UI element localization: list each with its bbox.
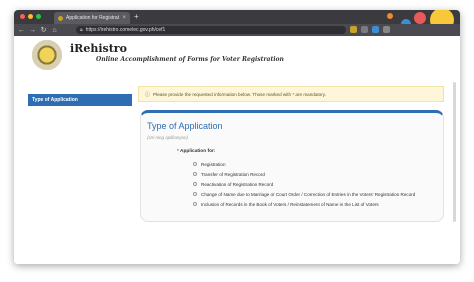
option-registration[interactable]: Registration xyxy=(193,161,415,167)
extension-icon[interactable] xyxy=(372,26,379,33)
option-label: Inclusion of Records in the Book of Vote… xyxy=(201,201,379,207)
toolbar-extensions xyxy=(350,26,390,33)
tab-title: Application for Registratio... xyxy=(66,15,120,21)
application-options: Registration Transfer of Registration Re… xyxy=(193,161,415,207)
option-transfer[interactable]: Transfer of Registration Record xyxy=(193,171,415,177)
site-brand: iRehistro xyxy=(70,42,127,55)
forward-icon[interactable]: → xyxy=(29,27,36,34)
radio-button[interactable] xyxy=(193,182,197,186)
type-of-application-panel: Type of Application (Uri ning aplikasyon… xyxy=(140,110,444,222)
radio-button[interactable] xyxy=(193,202,197,206)
tab-bar: Application for Registratio... × + xyxy=(14,10,460,36)
browser-toolbar: ← → ↻ ⌂ 🔒︎ https://irehistro.comelec.gov… xyxy=(14,24,460,36)
minimize-window-button[interactable] xyxy=(28,14,33,19)
sidebar-item-type-of-application[interactable]: Type of Application xyxy=(28,94,132,106)
close-tab-icon[interactable]: × xyxy=(122,15,126,21)
browser-window: Application for Registratio... × + ← → ↻… xyxy=(14,10,460,264)
home-icon[interactable]: ⌂ xyxy=(51,27,58,34)
radio-button[interactable] xyxy=(193,192,197,196)
new-tab-button[interactable]: + xyxy=(134,12,139,22)
field-label-text: Application for: xyxy=(180,149,216,154)
radio-button[interactable] xyxy=(193,172,197,176)
option-label: Change of Name due to Marriage or Court … xyxy=(201,191,416,197)
required-mark: * xyxy=(177,149,179,154)
close-window-button[interactable] xyxy=(20,14,25,19)
option-reactivation[interactable]: Reactivation of Registration Record xyxy=(193,181,415,187)
panel-subtitle: (Uri ning aplikasyon) xyxy=(147,135,189,140)
extension-icon[interactable] xyxy=(350,26,357,33)
site-tagline: Online Accomplishment of Forms for Voter… xyxy=(96,56,284,63)
extension-icon[interactable] xyxy=(361,26,368,33)
option-label: Registration xyxy=(201,161,226,167)
reload-icon[interactable]: ↻ xyxy=(40,27,47,34)
window-controls xyxy=(20,14,41,19)
browser-tab[interactable]: Application for Registratio... × xyxy=(54,12,130,24)
mandatory-notice: ⓘ Please provide the requested informati… xyxy=(138,86,444,102)
page-content: iRehistro Online Accomplishment of Forms… xyxy=(14,36,460,264)
page-scrollbar[interactable] xyxy=(453,82,456,222)
radio-button[interactable] xyxy=(193,162,197,166)
application-for-label: * Application for: xyxy=(177,149,215,154)
site-header: iRehistro Online Accomplishment of Forms… xyxy=(14,36,460,78)
address-bar[interactable]: 🔒︎ https://irehistro.comelec.gov.ph/cef1 xyxy=(76,26,346,34)
url-text: https://irehistro.comelec.gov.ph/cef1 xyxy=(85,27,166,33)
menu-icon[interactable] xyxy=(383,26,390,33)
info-icon: ⓘ xyxy=(145,91,151,98)
option-label: Reactivation of Registration Record xyxy=(201,181,274,187)
option-change-of-name[interactable]: Change of Name due to Marriage or Court … xyxy=(193,191,415,197)
notice-text: Please provide the requested information… xyxy=(153,91,326,97)
favicon-icon xyxy=(58,15,63,21)
panel-title: Type of Application xyxy=(147,121,223,131)
back-icon[interactable]: ← xyxy=(18,27,25,34)
comelec-seal-logo xyxy=(32,40,62,70)
option-inclusion[interactable]: Inclusion of Records in the Book of Vote… xyxy=(193,201,415,207)
lock-icon: 🔒︎ xyxy=(80,27,83,33)
option-label: Transfer of Registration Record xyxy=(201,171,265,177)
maximize-window-button[interactable] xyxy=(36,14,41,19)
